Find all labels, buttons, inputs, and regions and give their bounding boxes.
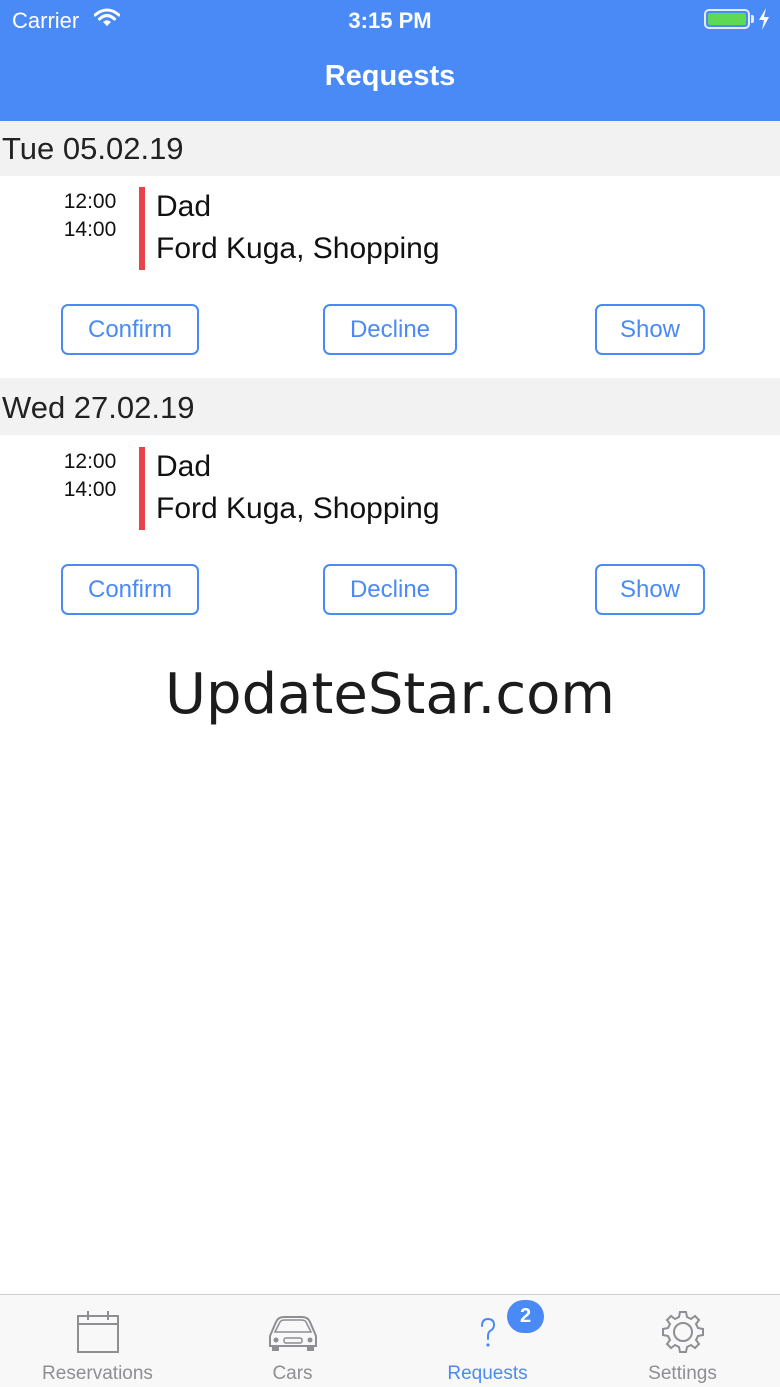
confirm-button[interactable]: Confirm bbox=[61, 564, 199, 615]
requests-badge: 2 bbox=[507, 1300, 544, 1333]
status-clock: 3:15 PM bbox=[348, 8, 432, 33]
tab-label: Reservations bbox=[42, 1363, 153, 1384]
request-detail: Ford Kuga, Shopping bbox=[156, 232, 440, 265]
section-date: Wed 27.02.19 bbox=[2, 390, 195, 425]
watermark: UpdateStar.com bbox=[165, 662, 615, 727]
request-detail: Ford Kuga, Shopping bbox=[156, 492, 440, 525]
decline-button[interactable]: Decline bbox=[323, 564, 457, 615]
tab-label: Settings bbox=[648, 1363, 717, 1384]
tab-requests[interactable]: Requests bbox=[390, 1295, 585, 1387]
decline-button[interactable]: Decline bbox=[323, 304, 457, 355]
gear-icon bbox=[653, 1308, 713, 1356]
calendar-icon bbox=[68, 1308, 128, 1356]
start-time: 12:00 bbox=[63, 450, 117, 473]
status-bar: Carrier 3:15 PM bbox=[0, 0, 780, 40]
header: Carrier 3:15 PM Requests bbox=[0, 0, 780, 121]
tab-bar: Reservations Cars Requests Settings bbox=[0, 1294, 780, 1387]
tab-cars[interactable]: Cars bbox=[195, 1295, 390, 1387]
battery-icon bbox=[704, 9, 750, 29]
charging-icon bbox=[758, 8, 770, 35]
start-time: 12:00 bbox=[63, 190, 117, 213]
show-button[interactable]: Show bbox=[595, 564, 705, 615]
tab-reservations[interactable]: Reservations bbox=[0, 1295, 195, 1387]
end-time: 14:00 bbox=[63, 218, 117, 241]
tab-label: Cars bbox=[272, 1363, 313, 1384]
event-color-bar bbox=[139, 447, 145, 530]
battery-tip bbox=[751, 15, 754, 23]
tab-settings[interactable]: Settings bbox=[585, 1295, 780, 1387]
event-color-bar bbox=[139, 187, 145, 270]
section-header-date: Wed 27.02.19 bbox=[0, 378, 780, 435]
end-time: 14:00 bbox=[63, 478, 117, 501]
tab-label: Requests bbox=[447, 1363, 528, 1384]
confirm-button[interactable]: Confirm bbox=[61, 304, 199, 355]
section-date: Tue 05.02.19 bbox=[2, 131, 184, 166]
request-person: Dad bbox=[156, 450, 212, 483]
request-person: Dad bbox=[156, 190, 212, 223]
page-title: Requests bbox=[324, 60, 456, 92]
show-button[interactable]: Show bbox=[595, 304, 705, 355]
car-icon bbox=[263, 1308, 323, 1356]
section-header-date: Tue 05.02.19 bbox=[0, 121, 780, 176]
